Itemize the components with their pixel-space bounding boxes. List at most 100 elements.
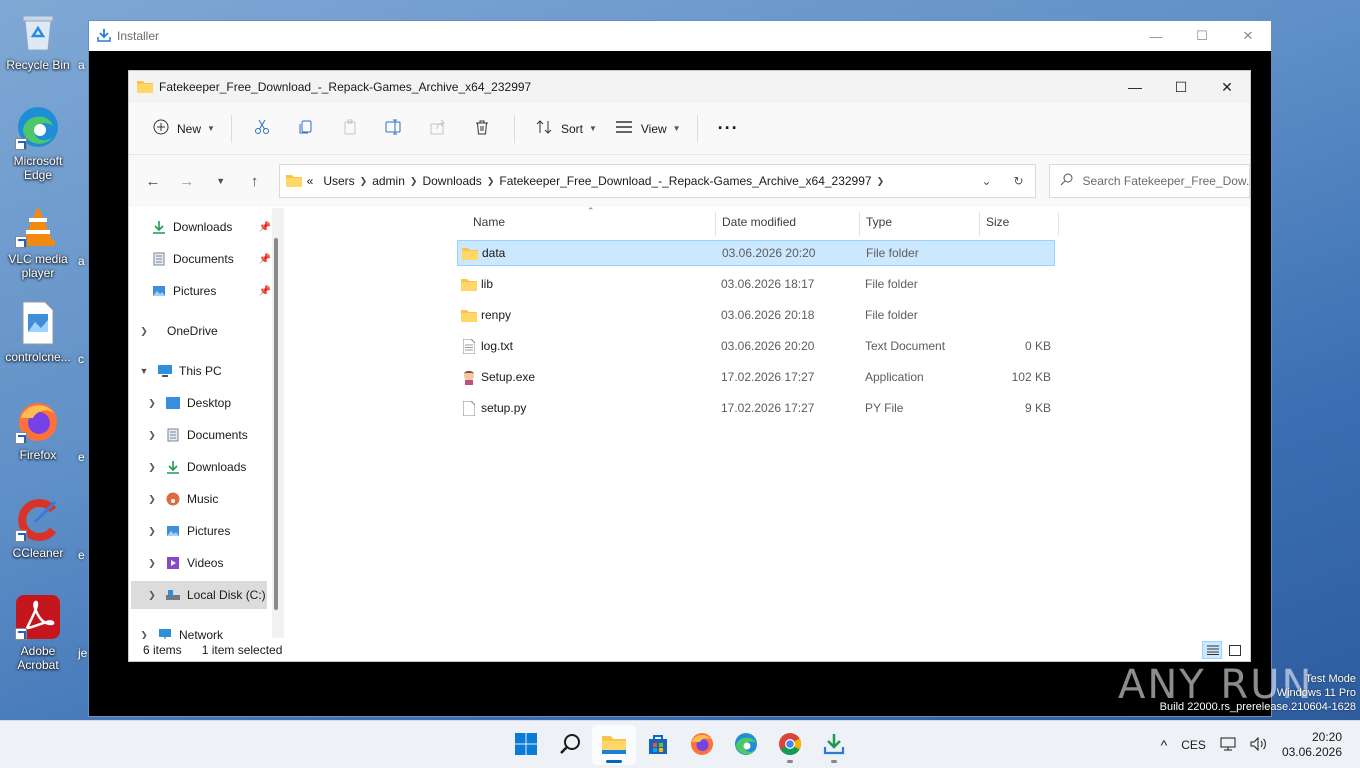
nav-onedrive[interactable]: ❯ OneDrive (137, 317, 277, 345)
column-header-date[interactable]: Date modified (722, 208, 796, 236)
desktop-image-file[interactable]: controlcne... (2, 300, 74, 364)
installer-minimize-button[interactable]: — (1133, 21, 1179, 51)
installer-close-button[interactable]: ✕ (1225, 21, 1271, 51)
nav-downloads[interactable]: ❯ Downloads (145, 453, 284, 481)
active-indicator (606, 760, 622, 763)
chevron-right-icon[interactable]: ❯ (487, 176, 495, 187)
address-history-button[interactable]: ⌄ (971, 174, 1003, 188)
more-options-button[interactable]: ··· (712, 113, 745, 145)
nav-music[interactable]: ❯ Music (145, 485, 284, 513)
chevron-right-icon[interactable]: ❯ (145, 398, 159, 409)
chevron-down-icon[interactable]: ▼ (137, 366, 151, 376)
breadcrumb-downloads[interactable]: Downloads (422, 174, 481, 188)
chevron-right-icon[interactable]: ❯ (877, 176, 885, 187)
nav-pictures[interactable]: ❯ Pictures (145, 517, 284, 545)
chevron-right-icon[interactable]: ❯ (145, 590, 159, 601)
rename-button[interactable] (378, 113, 410, 145)
nav-network[interactable]: ❯ Network (137, 621, 277, 639)
chevron-right-icon[interactable]: ❯ (137, 326, 151, 337)
desktop-vlc[interactable]: VLC media player (2, 202, 74, 280)
share-button[interactable] (422, 113, 454, 145)
desktop-edge-label: Microsoft Edge (13, 154, 63, 182)
taskbar-edge[interactable] (724, 725, 768, 765)
nav-quick-pictures[interactable]: Pictures 📌 (151, 277, 284, 305)
network-status-icon[interactable] (1220, 737, 1236, 754)
column-header-type[interactable]: Type (866, 208, 892, 236)
desktop-ccleaner[interactable]: CCleaner (2, 496, 74, 560)
explorer-minimize-button[interactable]: — (1112, 71, 1158, 103)
chevron-right-icon[interactable]: ❯ (145, 462, 159, 473)
explorer-maximize-button[interactable]: ☐ (1158, 71, 1204, 103)
column-divider[interactable] (859, 212, 860, 236)
chevron-right-icon[interactable]: ❯ (410, 176, 418, 187)
cut-button[interactable] (246, 113, 278, 145)
explorer-titlebar[interactable]: Fatekeeper_Free_Download_-_Repack-Games_… (129, 71, 1250, 103)
nav-quick-documents[interactable]: Documents 📌 (151, 245, 284, 273)
desktop-firefox[interactable]: Firefox (2, 398, 74, 462)
desktop-edge[interactable]: Microsoft Edge (2, 104, 74, 182)
volume-icon[interactable] (1250, 736, 1268, 754)
details-view-button[interactable] (1202, 641, 1222, 659)
language-indicator[interactable]: CES (1181, 738, 1206, 752)
nav-quick-downloads[interactable]: Downloads 📌 (151, 213, 284, 241)
column-divider[interactable] (715, 212, 716, 236)
nav-this-pc[interactable]: ▼ This PC (137, 357, 277, 385)
copy-icon (298, 119, 314, 138)
search-box[interactable]: Search Fatekeeper_Free_Dow... (1048, 164, 1250, 198)
sort-button[interactable]: Sort ▼ (529, 113, 603, 145)
installer-titlebar[interactable]: Installer — ☐ ✕ (89, 21, 1271, 51)
delete-button[interactable] (466, 113, 498, 145)
nav-documents[interactable]: ❯ Documents (145, 421, 284, 449)
up-button[interactable]: ↑ (239, 165, 271, 197)
chevron-right-icon[interactable]: ❯ (145, 494, 159, 505)
chevron-right-icon[interactable]: ❯ (145, 526, 159, 537)
file-row[interactable]: log.txt 03.06.2026 20:20 Text Document 0… (457, 333, 1055, 359)
installer-maximize-button[interactable]: ☐ (1179, 21, 1225, 51)
breadcrumb-users[interactable]: Users (323, 174, 354, 188)
file-row[interactable]: Setup.exe 17.02.2026 17:27 Application 1… (457, 364, 1055, 390)
refresh-button[interactable]: ↻ (1003, 174, 1035, 188)
nav-local-disk[interactable]: ❯ Local Disk (C:) (131, 581, 267, 609)
address-bar[interactable]: « Users ❯ admin ❯ Downloads ❯ Fatekeeper… (278, 164, 1036, 198)
breadcrumb-overflow[interactable]: « (307, 174, 314, 188)
file-row[interactable]: data 03.06.2026 20:20 File folder (457, 240, 1055, 266)
chevron-right-icon[interactable]: ❯ (145, 430, 159, 441)
explorer-close-button[interactable]: ✕ (1204, 71, 1250, 103)
taskbar-installer[interactable] (812, 725, 856, 765)
column-divider[interactable] (1058, 212, 1059, 236)
clock[interactable]: 20:20 03.06.2026 (1282, 730, 1342, 760)
taskbar-search-button[interactable] (548, 725, 592, 765)
taskbar-file-explorer[interactable] (592, 725, 636, 765)
view-button[interactable]: View ▼ (609, 113, 687, 145)
paste-button[interactable] (334, 113, 366, 145)
desktop-recycle-bin[interactable]: Recycle Bin (2, 8, 74, 72)
file-row[interactable]: setup.py 17.02.2026 17:27 PY File 9 KB (457, 395, 1055, 421)
column-divider[interactable] (979, 212, 980, 236)
forward-button[interactable]: → (171, 165, 203, 197)
taskbar-store[interactable] (636, 725, 680, 765)
document-icon (165, 427, 181, 443)
new-button[interactable]: New ▼ (147, 113, 221, 145)
tray-overflow-button[interactable]: ^ (1161, 737, 1168, 753)
file-row[interactable]: lib 03.06.2026 18:17 File folder (457, 271, 1055, 297)
column-header-size[interactable]: Size (986, 208, 1009, 236)
chevron-right-icon[interactable]: ❯ (360, 176, 368, 187)
desktop-acrobat[interactable]: Adobe Acrobat (2, 594, 74, 672)
nav-network-label: Network (179, 628, 224, 639)
breadcrumb-current-folder[interactable]: Fatekeeper_Free_Download_-_Repack-Games_… (499, 174, 871, 188)
nav-videos[interactable]: ❯ Videos (145, 549, 284, 577)
taskbar-chrome[interactable] (768, 725, 812, 765)
taskbar-firefox[interactable] (680, 725, 724, 765)
back-button[interactable]: ← (137, 165, 169, 197)
start-button[interactable] (504, 725, 548, 765)
plus-circle-icon (153, 119, 169, 138)
thumbnail-view-button[interactable] (1224, 641, 1244, 659)
recent-locations-button[interactable]: ▼ (205, 165, 237, 197)
chevron-right-icon[interactable]: ❯ (145, 558, 159, 569)
breadcrumb-admin[interactable]: admin (372, 174, 405, 188)
copy-button[interactable] (290, 113, 322, 145)
file-row[interactable]: renpy 03.06.2026 20:18 File folder (457, 302, 1055, 328)
nav-desktop[interactable]: ❯ Desktop (145, 389, 284, 417)
chevron-right-icon[interactable]: ❯ (137, 630, 151, 640)
column-header-name[interactable]: Name (473, 208, 505, 236)
